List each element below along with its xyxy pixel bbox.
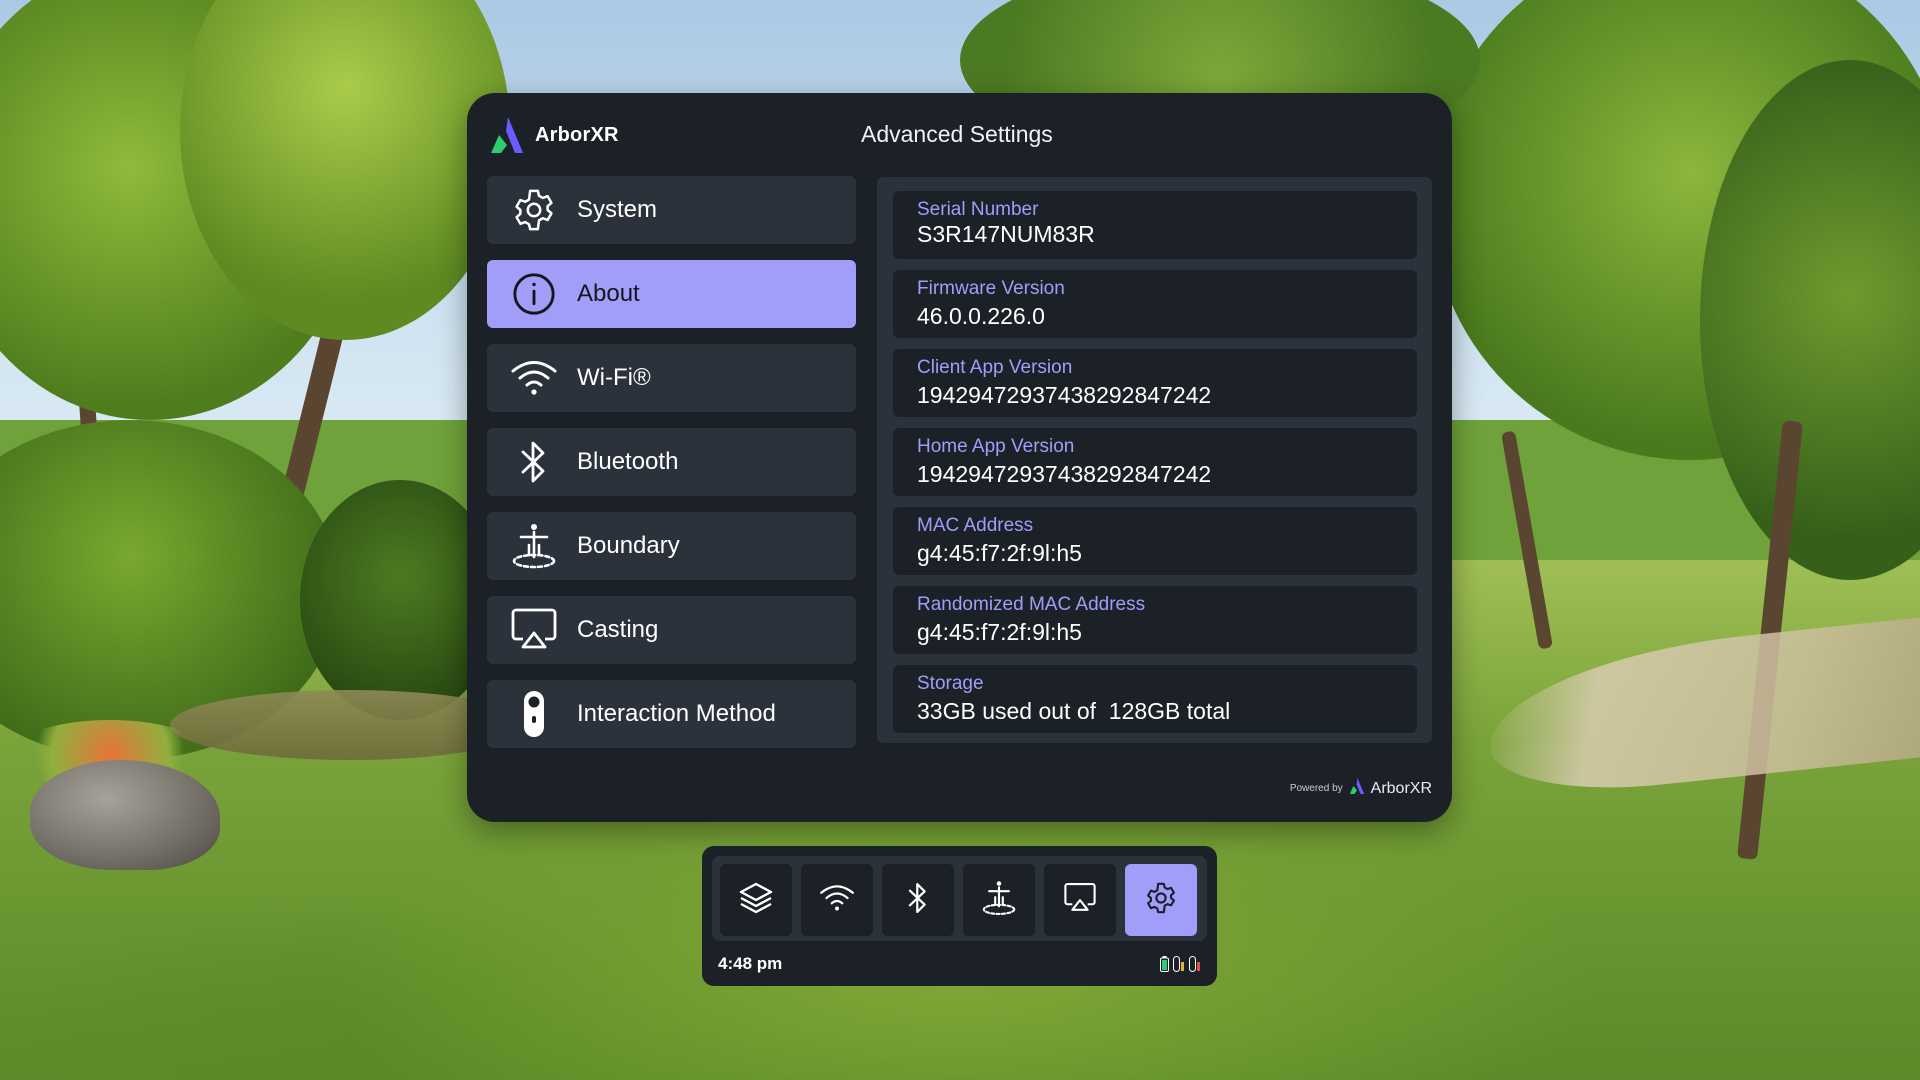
gear-icon: [1144, 881, 1178, 920]
info-value: g4:45:f7:2f:9l:h5: [917, 540, 1082, 566]
info-card-home-app-version: Home App Version 19429472937438292847242: [893, 428, 1417, 496]
powered-by-text: Powered by: [1289, 783, 1343, 794]
dock-button-wifi[interactable]: [801, 864, 873, 936]
info-label: Home App Version: [917, 436, 1075, 457]
info-value: 1942947293743829284724​2: [917, 382, 1212, 408]
info-value: 19429472937438292847242: [917, 461, 1212, 487]
menu-item-label: System: [577, 196, 658, 223]
menu-item-wifi[interactable]: Wi-Fi®: [487, 344, 856, 412]
menu-item-casting[interactable]: Casting: [487, 596, 856, 664]
arborxr-logo: [1349, 777, 1365, 800]
info-icon: [509, 269, 559, 319]
info-card-serial-number: Serial Number S3R147NUM83R: [893, 191, 1417, 259]
menu-item-about[interactable]: About: [487, 260, 856, 328]
dock-bar: [712, 856, 1207, 941]
cast-icon: [509, 605, 559, 655]
info-label: Client App Version: [917, 357, 1073, 378]
menu-item-boundary[interactable]: Boundary: [487, 512, 856, 580]
menu-item-system[interactable]: System: [487, 176, 856, 244]
boundary-icon: [980, 879, 1018, 922]
info-label: MAC Address: [917, 515, 1034, 536]
bluetooth-icon: [907, 880, 929, 921]
cast-icon: [1063, 882, 1097, 919]
info-card-randomized-mac-address: Randomized MAC Address g4:45:f7:2f:9l:h5: [893, 586, 1417, 654]
menu-item-interaction-method[interactable]: Interaction Method: [487, 680, 856, 748]
settings-menu: System About Wi-Fi® Bluetooth Boundary C…: [487, 176, 856, 764]
info-label: Serial Number: [917, 199, 1039, 220]
settings-panel: ArborXR Advanced Settings System About W…: [467, 93, 1452, 822]
rock: [30, 760, 220, 870]
menu-item-label: Casting: [577, 616, 659, 643]
wifi-icon: [509, 353, 559, 403]
controller-icon: [509, 689, 559, 739]
controller-left-battery-icon: [1173, 956, 1185, 977]
brand-name: ArborXR: [535, 123, 619, 146]
info-card-firmware-version: Firmware Version 46.0.0.226.0: [893, 270, 1417, 338]
info-value: 46.0.0.226.0: [917, 303, 1045, 329]
about-info-list: Serial Number S3R147NUM83R Firmware Vers…: [877, 177, 1432, 743]
info-card-mac-address: MAC Address g4:45:f7:2f:9l:h5: [893, 507, 1417, 575]
clock: 4:48 pm: [718, 954, 783, 973]
menu-item-label: Wi-Fi®: [577, 364, 651, 391]
dock-button-bluetooth[interactable]: [882, 864, 954, 936]
brand: ArborXR: [489, 115, 619, 155]
dock-button-casting[interactable]: [1044, 864, 1116, 936]
info-label: Randomized MAC Address: [917, 594, 1146, 615]
powered-by-brand: ArborXR: [1370, 779, 1432, 797]
menu-item-label: Bluetooth: [577, 448, 679, 475]
info-value: S3R147NUM83R: [917, 221, 1095, 247]
wifi-icon: [819, 883, 855, 918]
battery-icon: [1160, 956, 1169, 977]
menu-item-label: About: [577, 280, 640, 307]
info-value: 33GB used out of 128GB total: [917, 698, 1231, 724]
info-value: g4:45:f7:2f:9l:h5: [917, 619, 1082, 645]
info-label: Firmware Version: [917, 278, 1065, 299]
powered-by: Powered by ArborXR: [1290, 777, 1432, 800]
gear-icon: [509, 185, 559, 235]
dock-button-boundary[interactable]: [963, 864, 1035, 936]
info-card-client-app-version: Client App Version 194294729374382928472…: [893, 349, 1417, 417]
boundary-icon: [509, 521, 559, 571]
dock-button-apps[interactable]: [720, 864, 792, 936]
info-card-storage: Storage 33GB used out of 128GB total: [893, 665, 1417, 733]
controller-right-battery-icon: [1189, 956, 1201, 977]
dock-button-settings[interactable]: [1125, 864, 1197, 936]
page-title: Advanced Settings: [861, 121, 1053, 147]
bluetooth-icon: [509, 437, 559, 487]
arborxr-logo: [489, 115, 525, 155]
layers-icon: [738, 880, 774, 921]
menu-item-bluetooth[interactable]: Bluetooth: [487, 428, 856, 496]
info-label: Storage: [917, 673, 984, 694]
status-indicators: [1160, 956, 1201, 977]
menu-item-label: Boundary: [577, 532, 680, 559]
menu-item-label: Interaction Method: [577, 700, 776, 727]
quick-dock: 4:48 pm: [702, 846, 1217, 986]
